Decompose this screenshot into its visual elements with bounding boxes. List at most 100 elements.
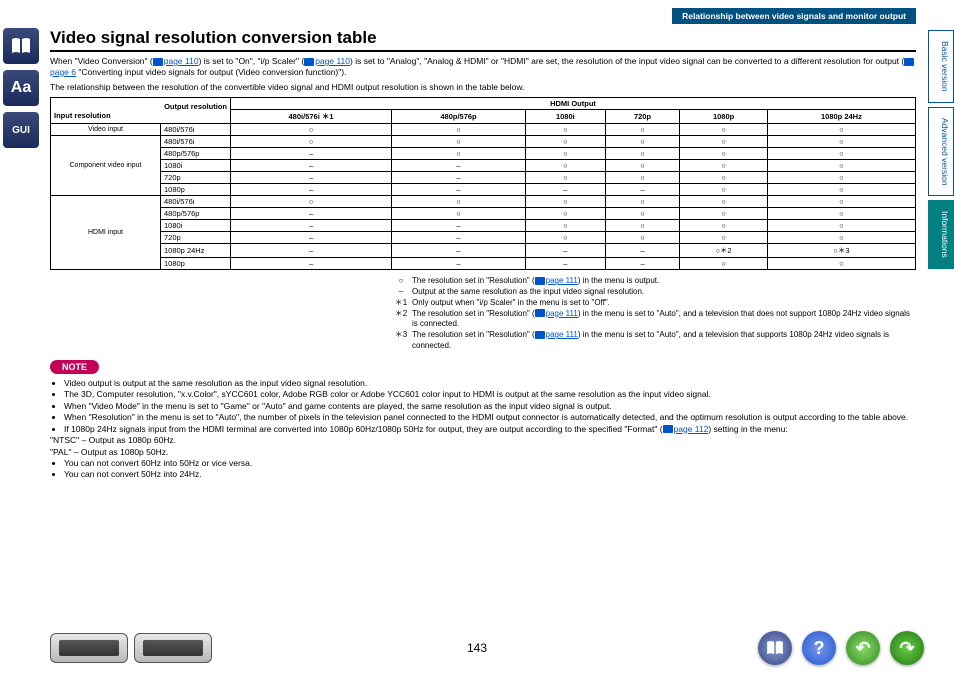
- link-page6[interactable]: page 6: [50, 67, 76, 77]
- note-item: The 3D, Computer resolution, "x.v.Color"…: [64, 389, 916, 400]
- compat-cell: ○: [680, 258, 768, 270]
- page-ref-icon: [535, 309, 545, 317]
- table-row: 480p/576p–○○○○○: [51, 208, 916, 220]
- legend-row: ＊2The resolution set in "Resolution" (pa…: [390, 309, 916, 331]
- notes-list-2: You can not convert 60Hz into 50Hz or vi…: [50, 458, 916, 481]
- note-sub: "NTSC" – Output as 1080p 60Hz.: [50, 435, 916, 446]
- compat-cell: –: [392, 184, 526, 196]
- table-row: Video input480i/576i○○○○○○: [51, 124, 916, 136]
- compat-cell: –: [231, 172, 392, 184]
- compat-cell: ○: [525, 208, 605, 220]
- note-item: You can not convert 50Hz into 24Hz.: [64, 469, 916, 480]
- compat-cell: ○: [680, 184, 768, 196]
- input-resolution-cell: 480i/576i: [161, 196, 231, 208]
- compat-cell: –: [392, 244, 526, 258]
- compat-cell: ○: [525, 232, 605, 244]
- compat-cell: ○: [605, 136, 680, 148]
- legend-row: ＊1Only output when "i/p Scaler" in the m…: [390, 298, 916, 309]
- legend-text: The resolution set in "Resolution" (page…: [412, 330, 916, 352]
- compat-cell: ○: [767, 232, 915, 244]
- col-header: 1080i: [525, 110, 605, 124]
- compat-cell: ○＊2: [680, 244, 768, 258]
- device-rear-button[interactable]: [134, 633, 212, 663]
- tab-advanced[interactable]: Advanced version: [928, 107, 954, 197]
- book-nav-icon[interactable]: [3, 28, 39, 64]
- help-button[interactable]: ?: [802, 631, 836, 665]
- input-resolution-cell: 480p/576p: [161, 208, 231, 220]
- contents-button[interactable]: [758, 631, 792, 665]
- compat-cell: ○: [767, 148, 915, 160]
- compat-cell: ○＊3: [767, 244, 915, 258]
- legend-symbol: ＊1: [390, 298, 412, 309]
- page-ref-icon: [663, 425, 673, 433]
- note-item: Video output is output at the same resol…: [64, 378, 916, 389]
- compat-cell: ○: [767, 196, 915, 208]
- note-item: You can not convert 60Hz into 50Hz or vi…: [64, 458, 916, 469]
- compat-cell: ○: [605, 148, 680, 160]
- compat-cell: ○: [392, 148, 526, 160]
- compat-cell: ○: [392, 196, 526, 208]
- tab-informations[interactable]: Informations: [928, 200, 954, 269]
- compat-cell: ○: [231, 196, 392, 208]
- forward-button[interactable]: ↷: [890, 631, 924, 665]
- legend-link[interactable]: page 111: [546, 309, 578, 318]
- compat-cell: ○: [605, 220, 680, 232]
- input-resolution-cell: 1080i: [161, 160, 231, 172]
- section-badge: Relationship between video signals and m…: [672, 8, 916, 24]
- legend-row: ○The resolution set in "Resolution" (pag…: [390, 276, 916, 287]
- link-page112[interactable]: page 112: [674, 424, 709, 434]
- compat-cell: ○: [767, 258, 915, 270]
- col-header: 480p/576p: [392, 110, 526, 124]
- compat-cell: ○: [680, 220, 768, 232]
- legend-symbol: ＊2: [390, 309, 412, 331]
- compat-cell: ○: [767, 172, 915, 184]
- compat-cell: ○: [767, 184, 915, 196]
- note-badge: NOTE: [50, 360, 99, 374]
- compat-cell: ○: [680, 148, 768, 160]
- hdmi-output-header: HDMI Output: [231, 98, 916, 110]
- compat-cell: ○: [525, 124, 605, 136]
- compat-cell: ○: [680, 124, 768, 136]
- back-button[interactable]: ↶: [846, 631, 880, 665]
- table-row: 720p––○○○○: [51, 232, 916, 244]
- compat-cell: –: [392, 232, 526, 244]
- compat-cell: –: [392, 220, 526, 232]
- input-resolution-cell: 720p: [161, 232, 231, 244]
- compat-cell: ○: [525, 136, 605, 148]
- table-row: HDMI input480i/576i○○○○○○: [51, 196, 916, 208]
- notes-list: Video output is output at the same resol…: [50, 378, 916, 435]
- table-legend: ○The resolution set in "Resolution" (pag…: [390, 276, 916, 352]
- table-row: 1080p––––○○: [51, 184, 916, 196]
- legend-symbol: ＊3: [390, 330, 412, 352]
- footer: 143 ? ↶ ↷: [0, 631, 954, 665]
- legend-text: Output at the same resolution as the inp…: [412, 287, 644, 298]
- input-resolution-cell: 480i/576i: [161, 136, 231, 148]
- legend-text: The resolution set in "Resolution" (page…: [412, 276, 659, 287]
- input-resolution-cell: 480i/576i: [161, 124, 231, 136]
- page-number: 143: [467, 641, 487, 655]
- legend-link[interactable]: page 111: [546, 330, 578, 339]
- legend-link[interactable]: page 111: [546, 276, 578, 285]
- col-header: 720p: [605, 110, 680, 124]
- link-page110-1[interactable]: page 110: [164, 56, 199, 66]
- aa-nav-icon[interactable]: Aa: [3, 70, 39, 106]
- compat-cell: –: [605, 184, 680, 196]
- compat-cell: ○: [392, 208, 526, 220]
- device-front-button[interactable]: [50, 633, 128, 663]
- note-item: When "Resolution" in the menu is set to …: [64, 412, 916, 423]
- col-header: 1080p: [680, 110, 768, 124]
- compat-cell: –: [525, 258, 605, 270]
- page-ref-icon: [904, 58, 914, 66]
- col-header: 1080p 24Hz: [767, 110, 915, 124]
- compat-cell: –: [392, 160, 526, 172]
- compat-cell: ○: [605, 172, 680, 184]
- compat-cell: ○: [680, 172, 768, 184]
- compat-cell: ○: [605, 196, 680, 208]
- conversion-table: Output resolution Input resolution HDMI …: [50, 97, 916, 270]
- compat-cell: –: [231, 208, 392, 220]
- tab-basic[interactable]: Basic version: [928, 30, 954, 103]
- gui-nav-icon[interactable]: GUI: [3, 112, 39, 148]
- input-res-label: Input resolution: [54, 111, 227, 120]
- link-page110-2[interactable]: page 110: [315, 56, 350, 66]
- compat-cell: –: [231, 232, 392, 244]
